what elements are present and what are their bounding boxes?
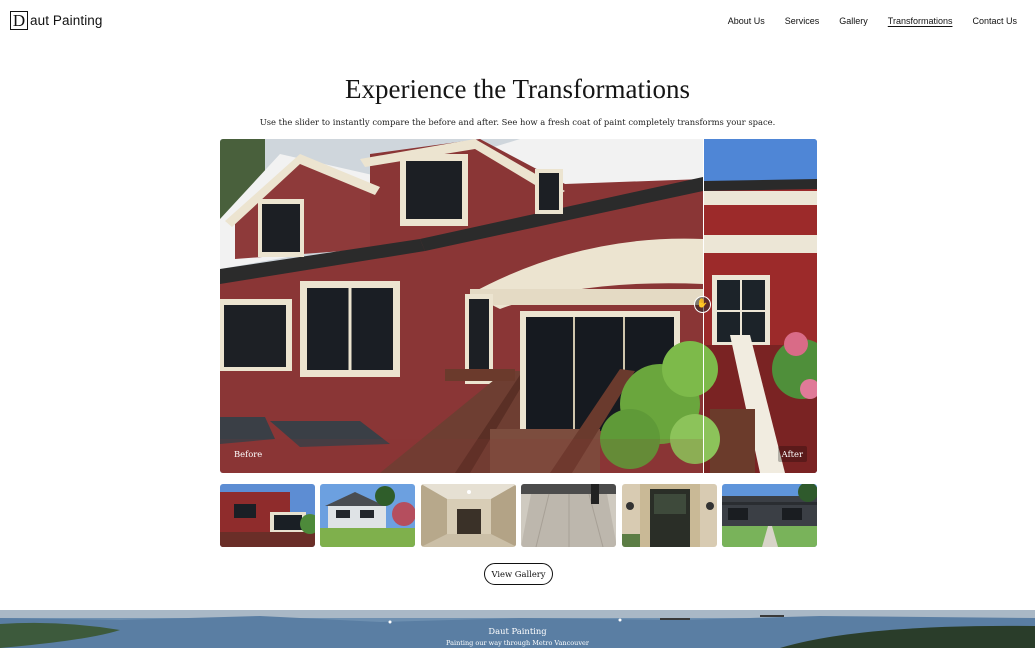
nav-gallery[interactable]: Gallery (839, 16, 868, 26)
nav-transformations[interactable]: Transformations (888, 16, 953, 26)
thumb-interior-room[interactable] (420, 484, 516, 547)
after-image (703, 139, 817, 473)
site-footer: Daut Painting Painting our way through M… (0, 610, 1035, 648)
hand-icon: ✋ (696, 299, 709, 309)
after-label: After (777, 446, 807, 462)
page-subtitle: Use the slider to instantly compare the … (259, 117, 776, 127)
main-nav: About Us Services Gallery Transformation… (728, 16, 1017, 26)
page-title: Experience the Transformations (345, 74, 690, 104)
thumb-red-house[interactable] (220, 484, 315, 547)
before-image (220, 139, 720, 473)
logo-text: aut Painting (30, 13, 103, 28)
slider-handle[interactable]: ✋ (694, 296, 711, 313)
site-logo[interactable]: D aut Painting (10, 11, 103, 30)
footer-title: Daut Painting (488, 626, 547, 636)
thumb-front-door[interactable] (621, 484, 717, 547)
slider-image (220, 139, 817, 473)
nav-services[interactable]: Services (785, 16, 820, 26)
nav-about-us[interactable]: About Us (728, 16, 765, 26)
thumbnail-strip (220, 484, 817, 547)
thumb-modern-house[interactable] (721, 484, 817, 547)
thumb-white-house[interactable] (320, 484, 416, 547)
before-label: Before (234, 449, 263, 459)
nav-contact-us[interactable]: Contact Us (972, 16, 1017, 26)
logo-letter: D (10, 11, 28, 30)
thumb-deck[interactable] (521, 484, 617, 547)
footer-tagline: Painting our way through Metro Vancouver (446, 639, 589, 647)
view-gallery-button[interactable]: View Gallery (484, 563, 553, 585)
site-header: D aut Painting About Us Services Gallery… (0, 0, 1035, 44)
before-after-slider[interactable]: ✋ Before After (220, 139, 817, 473)
